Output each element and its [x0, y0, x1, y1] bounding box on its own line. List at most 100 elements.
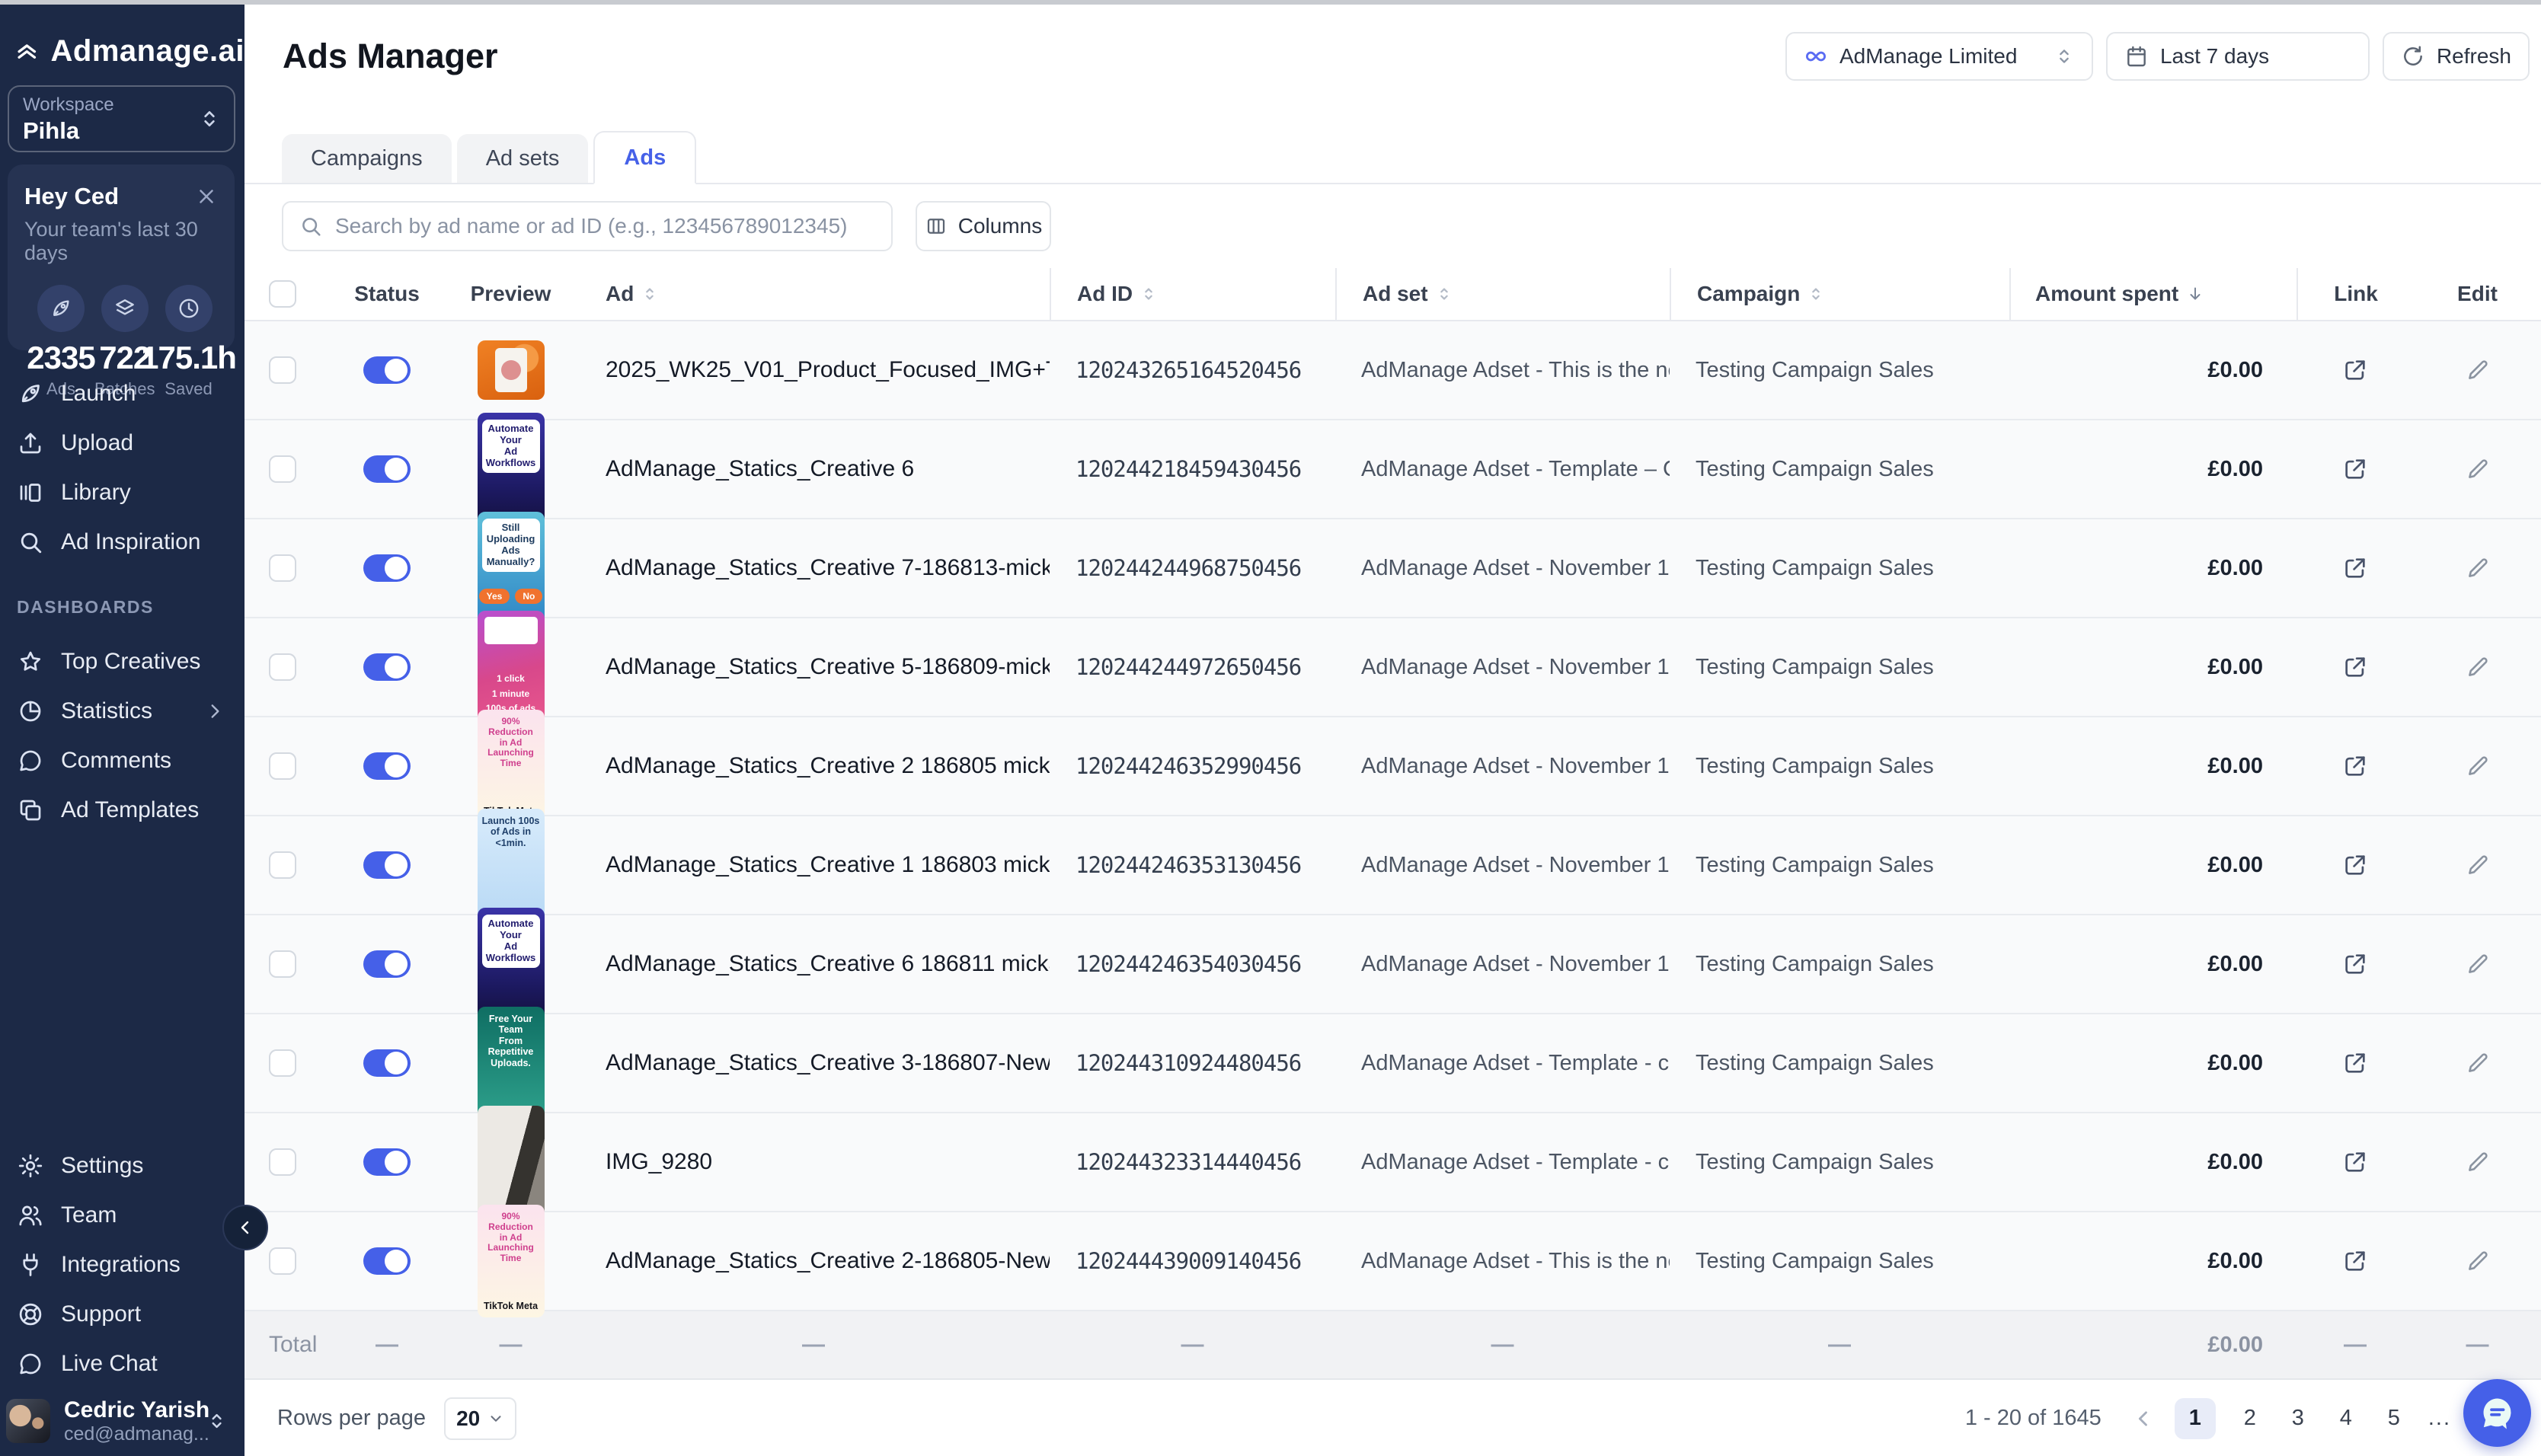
edit-pencil-icon[interactable]: [2465, 555, 2491, 581]
ad-preview-thumbnail[interactable]: Launch 100s of Ads in <1min.: [478, 809, 545, 921]
ad-preview-thumbnail[interactable]: Automate Your Ad Workflows: [478, 908, 545, 1020]
ad-preview-thumbnail[interactable]: 90% Reduction in Ad Launching TimeTikTok…: [478, 710, 545, 822]
status-toggle[interactable]: [363, 356, 411, 384]
ad-name[interactable]: AdManage_Statics_Creative 3-186807-NewCr…: [606, 1050, 1050, 1076]
ad-name[interactable]: 2025_WK25_V01_Product_Focused_IMG+TEXT_C: [606, 357, 1050, 383]
status-toggle[interactable]: [363, 653, 411, 681]
page-button-1[interactable]: 1: [2175, 1398, 2216, 1439]
status-toggle[interactable]: [363, 1247, 411, 1275]
row-checkbox[interactable]: [269, 554, 296, 582]
workspace-selector[interactable]: Workspace Pihla: [8, 85, 235, 152]
ad-name[interactable]: AdManage_Statics_Creative 2-186805-NewCr…: [606, 1248, 1050, 1274]
sidebar-item-launch[interactable]: Launch: [0, 369, 245, 418]
refresh-button[interactable]: Refresh: [2383, 32, 2530, 81]
edit-pencil-icon[interactable]: [2465, 654, 2491, 680]
row-checkbox[interactable]: [269, 455, 296, 483]
status-toggle[interactable]: [363, 950, 411, 978]
external-link-icon[interactable]: [2342, 1149, 2368, 1175]
row-checkbox[interactable]: [269, 1247, 296, 1275]
rows-per-page-select[interactable]: 20: [444, 1397, 516, 1440]
date-range-picker[interactable]: Last 7 days: [2106, 32, 2370, 81]
ad-preview-thumbnail[interactable]: Still Uploading Ads Manually?YesNo: [478, 512, 545, 624]
ad-name[interactable]: IMG_9280: [606, 1149, 712, 1175]
ad-account-select[interactable]: AdManage Limited: [1785, 32, 2093, 81]
row-checkbox[interactable]: [269, 1148, 296, 1176]
edit-pencil-icon[interactable]: [2465, 753, 2491, 779]
edit-pencil-icon[interactable]: [2465, 951, 2491, 977]
edit-pencil-icon[interactable]: [2465, 852, 2491, 878]
edit-pencil-icon[interactable]: [2465, 456, 2491, 482]
close-icon[interactable]: [195, 185, 218, 208]
ad-preview-thumbnail[interactable]: 1 click 1 minute 100s of ads: [478, 611, 545, 723]
ad-preview-thumbnail[interactable]: [478, 1106, 545, 1218]
sidebar-item-ad-inspiration[interactable]: Ad Inspiration: [0, 517, 245, 567]
search-input[interactable]: [334, 213, 876, 239]
external-link-icon[interactable]: [2342, 852, 2368, 878]
edit-pencil-icon[interactable]: [2465, 357, 2491, 383]
ad-preview-thumbnail[interactable]: 90% Reduction in Ad Launching TimeTikTok…: [478, 1205, 545, 1317]
sidebar-item-upload[interactable]: Upload: [0, 418, 245, 468]
external-link-icon[interactable]: [2342, 654, 2368, 680]
sidebar-item-settings[interactable]: Settings: [0, 1141, 245, 1190]
ad-name[interactable]: AdManage_Statics_Creative 5-186809-micka…: [606, 654, 1050, 680]
page-button-5[interactable]: 5: [2380, 1406, 2408, 1431]
row-checkbox[interactable]: [269, 653, 296, 681]
row-checkbox[interactable]: [269, 1049, 296, 1077]
external-link-icon[interactable]: [2342, 951, 2368, 977]
status-toggle[interactable]: [363, 851, 411, 879]
ad-preview-thumbnail[interactable]: [478, 340, 545, 400]
status-toggle[interactable]: [363, 1049, 411, 1077]
page-button-3[interactable]: 3: [2284, 1406, 2312, 1431]
ad-name[interactable]: AdManage_Statics_Creative 6 186811 micka…: [606, 951, 1050, 977]
sidebar-item-statistics[interactable]: Statistics: [0, 686, 245, 736]
ad-preview-thumbnail[interactable]: Automate Your Ad Workflows: [478, 413, 545, 525]
column-header-ad[interactable]: Ad: [577, 282, 1050, 306]
ad-name[interactable]: AdManage_Statics_Creative 6: [606, 456, 914, 482]
sidebar-item-live-chat[interactable]: Live Chat: [0, 1339, 245, 1388]
row-checkbox[interactable]: [269, 851, 296, 879]
edit-pencil-icon[interactable]: [2465, 1050, 2491, 1076]
external-link-icon[interactable]: [2342, 753, 2368, 779]
row-checkbox[interactable]: [269, 356, 296, 384]
status-toggle[interactable]: [363, 1148, 411, 1176]
columns-button[interactable]: Columns: [916, 201, 1051, 251]
user-menu[interactable]: Cedric Yarish ced@admanag...: [6, 1397, 237, 1445]
sidebar-item-top-creatives[interactable]: Top Creatives: [0, 637, 245, 686]
previous-page-icon[interactable]: [2133, 1408, 2154, 1429]
external-link-icon[interactable]: [2342, 456, 2368, 482]
sidebar-collapse-button[interactable]: [222, 1205, 268, 1250]
status-toggle[interactable]: [363, 455, 411, 483]
external-link-icon[interactable]: [2342, 555, 2368, 581]
column-header-ad-set[interactable]: Ad set: [1335, 268, 1670, 320]
status-toggle[interactable]: [363, 752, 411, 780]
sidebar-item-team[interactable]: Team: [0, 1190, 245, 1240]
status-toggle[interactable]: [363, 554, 411, 582]
column-header-ad-id[interactable]: Ad ID: [1050, 268, 1335, 320]
tab-campaigns[interactable]: Campaigns: [282, 134, 452, 183]
brand[interactable]: Admanage.ai: [0, 5, 245, 69]
ad-name[interactable]: AdManage_Statics_Creative 1 186803 micka…: [606, 852, 1050, 878]
column-header-amount-spent[interactable]: Amount spent: [2009, 268, 2296, 320]
select-all-checkbox[interactable]: [269, 280, 296, 308]
external-link-icon[interactable]: [2342, 357, 2368, 383]
edit-pencil-icon[interactable]: [2465, 1248, 2491, 1274]
live-chat-fab[interactable]: [2463, 1379, 2531, 1447]
ad-preview-thumbnail[interactable]: Free Your Team From Repetitive Uploads.: [478, 1007, 545, 1119]
external-link-icon[interactable]: [2342, 1050, 2368, 1076]
ad-name[interactable]: AdManage_Statics_Creative 7-186813-micka…: [606, 555, 1050, 581]
column-header-campaign[interactable]: Campaign: [1670, 268, 2009, 320]
tab-ads[interactable]: Ads: [593, 131, 696, 184]
sidebar-item-library[interactable]: Library: [0, 468, 245, 517]
page-button-2[interactable]: 2: [2236, 1406, 2264, 1431]
page-button-4[interactable]: 4: [2332, 1406, 2360, 1431]
tab-ad-sets[interactable]: Ad sets: [457, 134, 589, 183]
edit-pencil-icon[interactable]: [2465, 1149, 2491, 1175]
external-link-icon[interactable]: [2342, 1248, 2368, 1274]
row-checkbox[interactable]: [269, 950, 296, 978]
sidebar-item-comments[interactable]: Comments: [0, 736, 245, 785]
sidebar-item-support[interactable]: Support: [0, 1289, 245, 1339]
sidebar-item-integrations[interactable]: Integrations: [0, 1240, 245, 1289]
sidebar-item-ad-templates[interactable]: Ad Templates: [0, 785, 245, 835]
ad-name[interactable]: AdManage_Statics_Creative 2 186805 micka…: [606, 753, 1050, 779]
row-checkbox[interactable]: [269, 752, 296, 780]
